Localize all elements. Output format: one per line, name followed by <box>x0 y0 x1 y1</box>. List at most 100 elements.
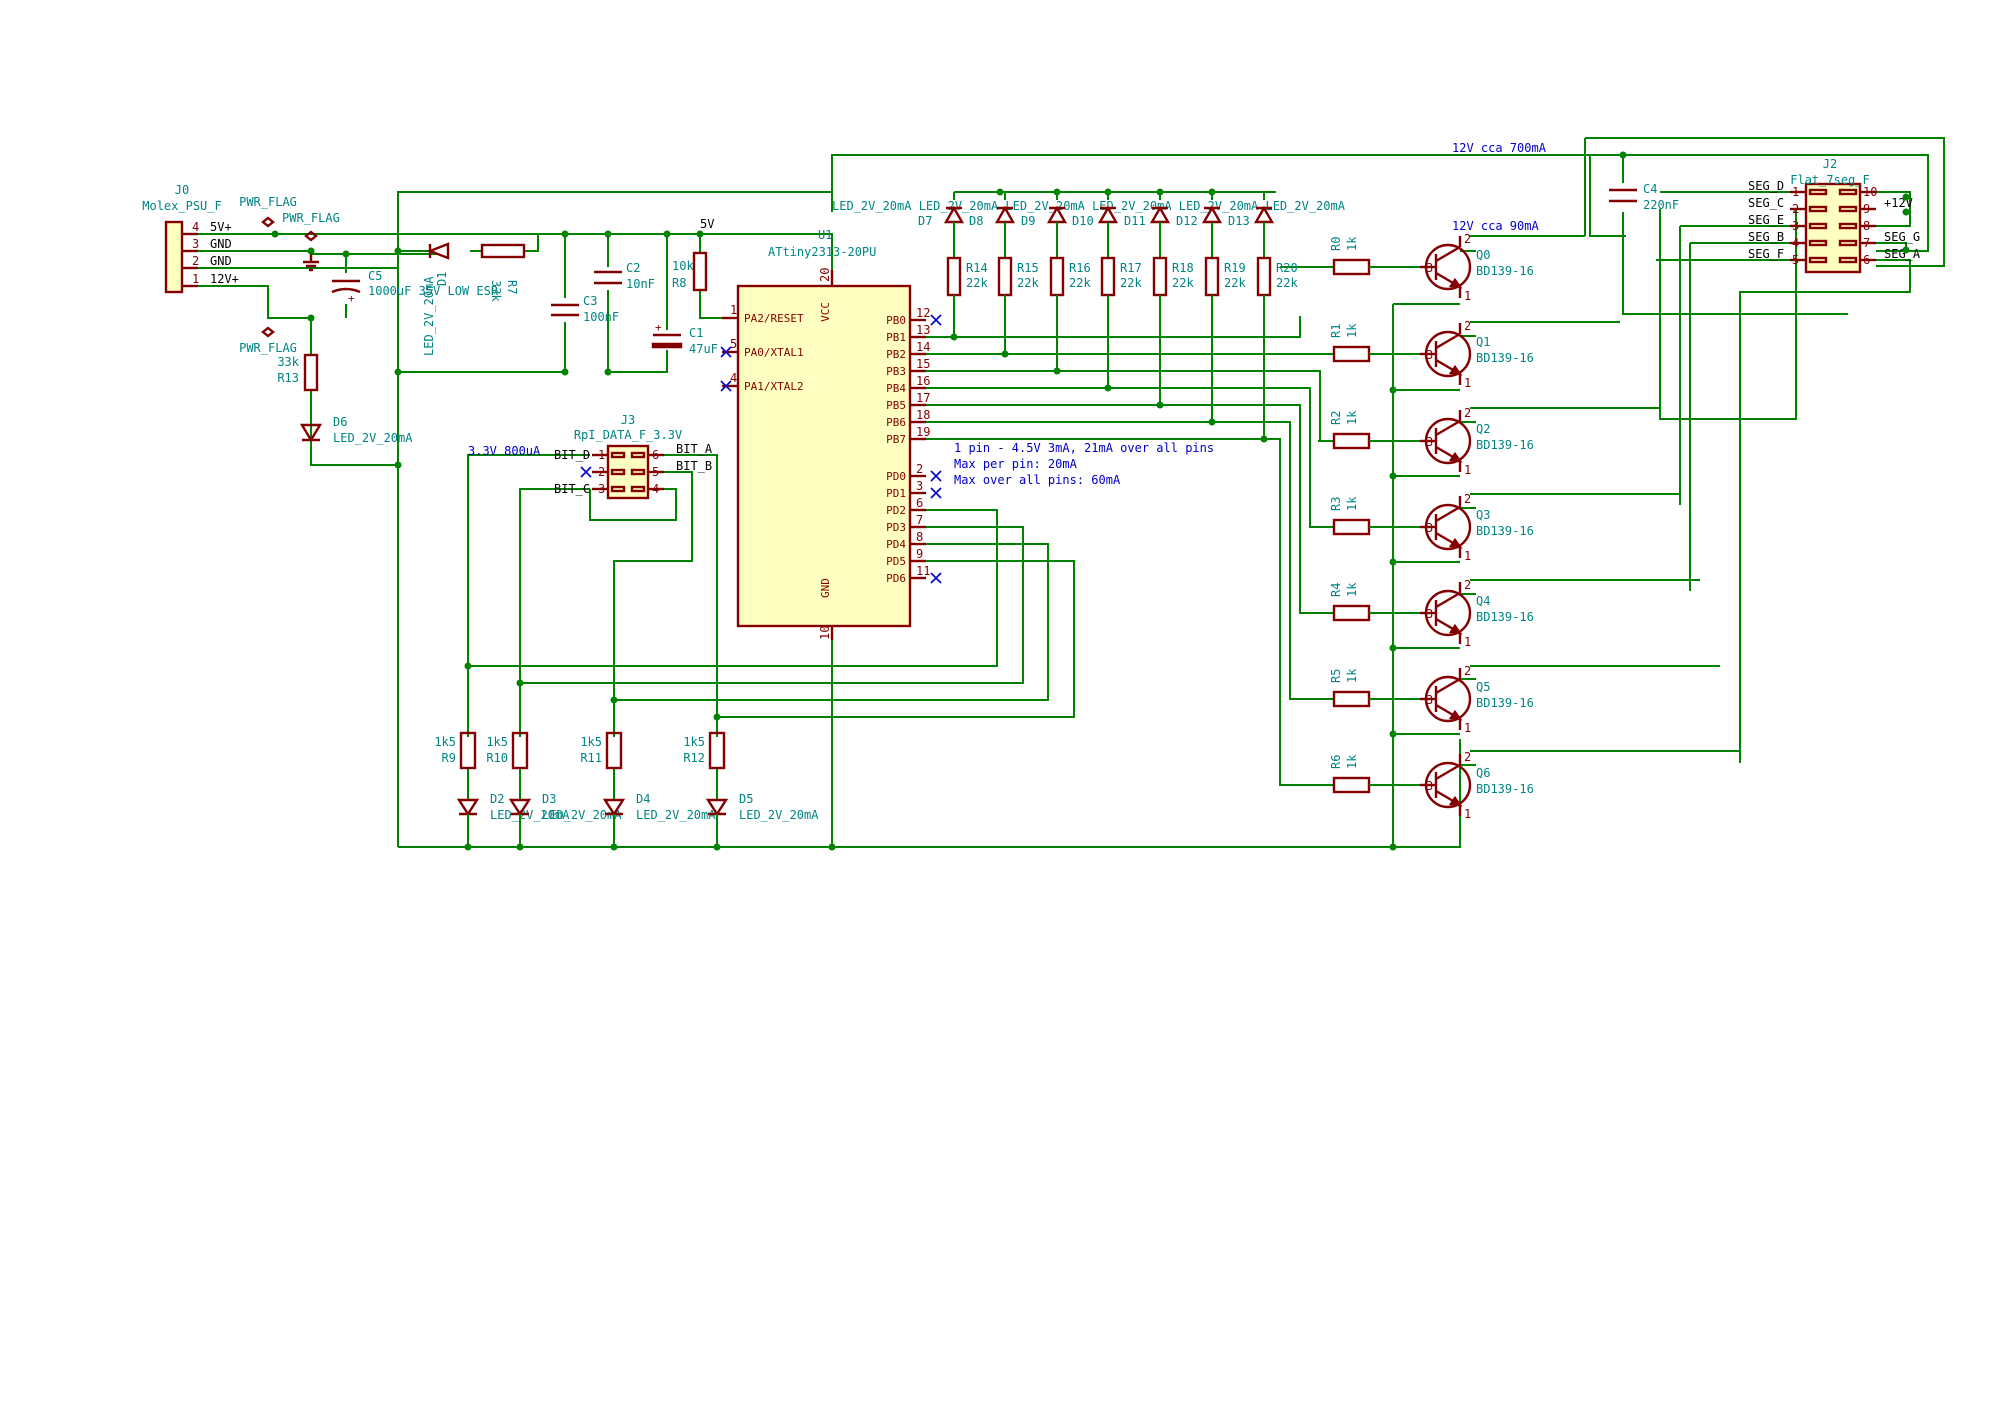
led-d6: D6 LED_2V_20mA <box>299 415 413 445</box>
note-line1: 1 pin - 4.5V 3mA, 21mA over all pins <box>954 441 1214 455</box>
junction-dot <box>516 679 524 687</box>
base-resistor-ref: R3 <box>1329 497 1343 511</box>
u1-right-pin-number: 18 <box>916 408 930 422</box>
v5-vcc-wire <box>699 233 833 286</box>
j2-left-pin-net: SEG_F <box>1748 247 1784 261</box>
junction-dot <box>1053 188 1061 196</box>
junction-dot <box>1902 208 1910 216</box>
j0-pin-net: GND <box>210 237 232 251</box>
j3-bita-wire <box>664 454 718 737</box>
j3-right-pin-number: 4 <box>652 482 659 496</box>
junction-dot <box>713 713 721 721</box>
junction-dot <box>1208 188 1216 196</box>
junction-dot <box>1389 730 1397 738</box>
d1-r7-wire <box>398 234 539 252</box>
c2-value: 10nF <box>626 277 655 291</box>
j3-right-pin-net: BIT_B <box>676 459 712 473</box>
u1-right-pin-number: 19 <box>916 425 930 439</box>
transistor-emitter-arrow <box>1448 709 1463 721</box>
v12-to-mid-wire <box>1589 155 1626 237</box>
gnd-rail-wire <box>398 739 1461 848</box>
segment-led-ref: D13 <box>1228 214 1250 228</box>
seg-a-wire <box>1739 259 1911 763</box>
transistor-emitter-arrow <box>1448 451 1463 463</box>
indicator-resistor-body <box>459 731 477 770</box>
transistor-value: BD139-16 <box>1476 438 1534 452</box>
transistor-pin-e: 1 <box>1464 289 1471 303</box>
base-resistor-ref: R5 <box>1329 669 1343 683</box>
indicator-r-led-wire <box>467 768 718 800</box>
no-connect-marker <box>580 466 592 478</box>
u1-right-pin-name: PB4 <box>886 382 906 395</box>
pwr-flag-1-label: PWR_FLAG <box>239 195 297 209</box>
emitter-rail-wire <box>1392 303 1460 847</box>
segment-resistor-body <box>1152 256 1168 297</box>
j3-ref: J3 <box>621 413 635 427</box>
seg-e-wire <box>1679 225 1796 505</box>
u1-right-pin-number: 6 <box>916 496 923 510</box>
j2-right-pin-net: SEG_G <box>1884 230 1920 244</box>
base-resistor-body <box>1332 345 1371 363</box>
junction-dot <box>828 843 836 851</box>
transistor-ref: Q1 <box>1476 335 1490 349</box>
j2-left-pin-net: SEG_D <box>1748 179 1784 193</box>
j3-bitb-wire <box>613 471 693 737</box>
j3-left-pin-net: BIT_C <box>554 482 590 496</box>
pb1-wire <box>920 316 1301 338</box>
indicator-resistor-ref: R12 <box>683 751 705 765</box>
led-d1: D1 LED_2V_20mA <box>422 242 450 356</box>
u1-left-pin-name: PA2/RESET <box>744 312 804 325</box>
indicator-resistor-ref: R9 <box>442 751 456 765</box>
u1-left-pin-name: PA1/XTAL2 <box>744 380 804 393</box>
junction-dot <box>1260 435 1268 443</box>
junction-dot <box>604 230 612 238</box>
indicator-led-ref: D3 <box>542 792 556 806</box>
junction-dot <box>1156 188 1164 196</box>
j3-left-pin-number: 3 <box>598 482 605 496</box>
seg-b-wire <box>1689 242 1796 591</box>
j3-right-pin-number: 6 <box>652 448 659 462</box>
transistor-pin-c: 2 <box>1464 319 1471 333</box>
c1-wire <box>608 234 668 373</box>
base-resistor-body <box>1332 258 1371 276</box>
junction-dot <box>394 247 402 255</box>
u1-right-pin-number: 2 <box>916 462 923 476</box>
note-line3: Max over all pins: 60mA <box>954 473 1121 487</box>
d6-ref: D6 <box>333 415 347 429</box>
u1-vcc-pin: 20 <box>818 268 832 282</box>
u1-right-pin-name: PD5 <box>886 555 906 568</box>
r8-ref: R8 <box>672 276 686 290</box>
indicator-led-gnd-wire <box>467 826 718 847</box>
j2-right-pin-number: 6 <box>1863 253 1870 267</box>
u1-right-pin-number: 12 <box>916 306 930 320</box>
u1-gnd-label: GND <box>819 578 832 598</box>
transistor-pin-c: 2 <box>1464 492 1471 506</box>
j0-pin-labels: 4 5V+ 3 GND 2 GND 1 12V+ <box>192 220 239 286</box>
net-5v-label: 5V <box>700 217 714 231</box>
transistor-pin-c: 2 <box>1464 750 1471 764</box>
u1-gnd-pin: 10 <box>818 626 832 640</box>
transistor-pin-e: 1 <box>1464 376 1471 390</box>
j0-pin-number: 3 <box>192 237 199 251</box>
j2-right-pin-number: 7 <box>1863 236 1870 250</box>
u1-right-pin-name: PD0 <box>886 470 906 483</box>
u1-right-pin-name: PB0 <box>886 314 906 327</box>
base-resistor-ref: R0 <box>1329 237 1343 251</box>
pb7-wire <box>920 438 1334 786</box>
d1-ref: D1 <box>435 272 449 286</box>
indicator-led-symbol <box>456 798 480 817</box>
segment-resistor-body <box>1204 256 1220 297</box>
junction-dot <box>1902 193 1910 201</box>
junction-dot <box>610 843 618 851</box>
indicator-led-ref: D2 <box>490 792 504 806</box>
capacitor-c4: C4 220nF <box>1609 182 1679 212</box>
junction-dot <box>1389 843 1397 851</box>
transistor-value: BD139-16 <box>1476 696 1534 710</box>
pwr-flag-1-icon <box>261 216 275 228</box>
segment-resistor-ref: R16 <box>1069 261 1091 275</box>
note-supply-700: 12V cca 700mA <box>1452 141 1547 155</box>
base-resistor-body <box>1332 518 1371 536</box>
svg-text:+: + <box>655 321 662 334</box>
u1-right-pin-name: PB2 <box>886 348 906 361</box>
junction-dot <box>1053 367 1061 375</box>
